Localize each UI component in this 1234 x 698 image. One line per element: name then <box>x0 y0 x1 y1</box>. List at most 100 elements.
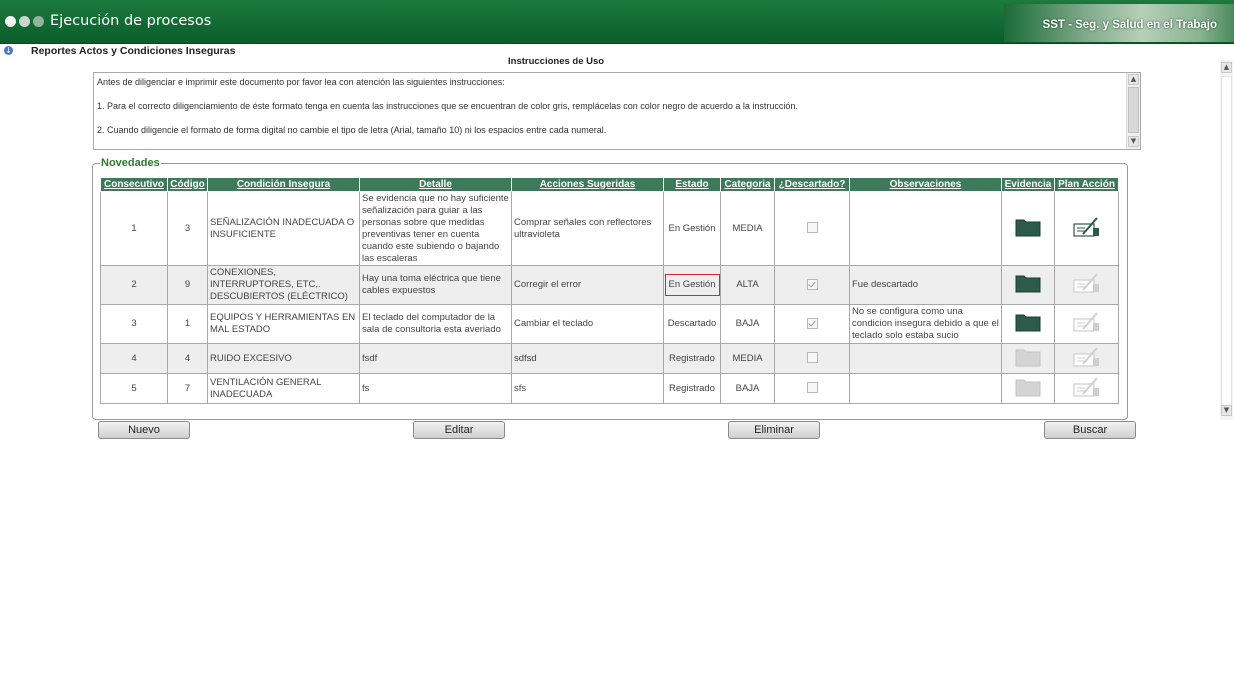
folder-icon[interactable] <box>1015 273 1041 297</box>
cell-estado: Descartado <box>663 304 721 344</box>
header-bar: Ejecución de procesos SST - Seg. y Salud… <box>0 0 1234 44</box>
estado-value: En Gestión <box>664 274 720 296</box>
eliminar-button[interactable]: Eliminar <box>728 421 820 439</box>
estado-value: En Gestión <box>668 222 716 234</box>
cell-consecutivo: 1 <box>100 191 168 266</box>
cell-estado: En Gestión <box>663 265 721 305</box>
col-header-codigo[interactable]: Código <box>167 177 208 192</box>
cell-observaciones <box>849 373 1002 404</box>
page-scrollbar[interactable]: ▲ ▼ <box>1220 60 1233 420</box>
table-row[interactable]: 2 9 CONEXIONES, INTERRUPTORES, ETC,. DESCU… <box>100 265 1119 305</box>
descartado-checkbox <box>806 222 818 234</box>
col-header-acciones[interactable]: Acciones Sugeridas <box>511 177 664 192</box>
cell-observaciones: Fue descartado <box>849 265 1002 305</box>
brand-text: SST - Seg. y Salud en el Trabajo <box>1042 19 1217 31</box>
cell-consecutivo: 3 <box>100 304 168 344</box>
cell-consecutivo: 4 <box>100 343 168 374</box>
cell-categoria: BAJA <box>720 373 775 404</box>
buscar-button[interactable]: Buscar <box>1044 421 1136 439</box>
edit-plan-icon <box>1072 311 1101 337</box>
cell-condicion: RUIDO EXCESIVO <box>207 343 360 374</box>
cell-plan-accion <box>1054 373 1119 404</box>
dot-icon <box>19 16 30 27</box>
cell-descartado <box>774 373 850 404</box>
cell-plan-accion <box>1054 265 1119 305</box>
instruction-line: 1. Para el correcto diligenciamiento de … <box>97 101 798 111</box>
table-row[interactable]: 3 1 EQUIPOS Y HERRAMIENTAS EN MAL ESTADO El… <box>100 304 1119 344</box>
cell-condicion: EQUIPOS Y HERRAMIENTAS EN MAL ESTADO <box>207 304 360 344</box>
cell-estado: En Gestión <box>663 191 721 266</box>
editar-button[interactable]: Editar <box>413 421 505 439</box>
table-header-row: Consecutivo Código Condición Insegura De… <box>100 177 1119 192</box>
cell-codigo: 3 <box>167 191 208 266</box>
cell-acciones: sfs <box>511 373 664 404</box>
window-dots <box>5 16 44 27</box>
nuevo-button[interactable]: Nuevo <box>98 421 190 439</box>
scroll-up-icon[interactable]: ▲ <box>1221 62 1232 73</box>
folder-icon <box>1015 377 1041 401</box>
descartado-checkbox <box>806 352 818 364</box>
col-header-condicion[interactable]: Condición Insegura <box>207 177 360 192</box>
cell-evidencia <box>1001 343 1055 374</box>
cell-codigo: 1 <box>167 304 208 344</box>
cell-codigo: 4 <box>167 343 208 374</box>
estado-value: Registrado <box>669 382 715 394</box>
scroll-thumb[interactable] <box>1128 87 1139 133</box>
scroll-thumb[interactable] <box>1221 76 1232 406</box>
edit-plan-icon[interactable] <box>1072 216 1101 242</box>
instructions-textarea[interactable]: Antes de diligenciar e imprimir este doc… <box>93 72 1141 150</box>
cell-evidencia <box>1001 265 1055 305</box>
estado-value: Registrado <box>669 352 715 364</box>
cell-codigo: 7 <box>167 373 208 404</box>
instruction-line: 2. Cuando diligencie el formato de forma… <box>97 125 607 135</box>
cell-estado: Registrado <box>663 343 721 374</box>
cell-evidencia <box>1001 191 1055 266</box>
scroll-up-icon[interactable]: ▲ <box>1128 74 1139 85</box>
descartado-checkbox <box>806 317 818 329</box>
cell-evidencia <box>1001 373 1055 404</box>
cell-condicion: SEÑALIZACIÓN INADECUADA O INSUFICIENTE <box>207 191 360 266</box>
dot-icon <box>33 16 44 27</box>
cell-estado: Registrado <box>663 373 721 404</box>
cell-observaciones <box>849 343 1002 374</box>
app-title: Ejecución de procesos <box>50 13 212 29</box>
cell-acciones: Corregir el error <box>511 265 664 305</box>
cell-descartado <box>774 265 850 305</box>
scroll-down-icon[interactable]: ▼ <box>1128 136 1139 147</box>
cell-consecutivo: 2 <box>100 265 168 305</box>
col-header-detalle[interactable]: Detalle <box>359 177 512 192</box>
folder-icon <box>1015 347 1041 371</box>
cell-acciones: Comprar señales con reflectores ultravio… <box>511 191 664 266</box>
col-header-plan-accion: Plan Acción <box>1054 177 1119 192</box>
folder-icon[interactable] <box>1015 217 1041 241</box>
cell-plan-accion <box>1054 191 1119 266</box>
instructions-scrollbar[interactable]: ▲ ▼ <box>1126 73 1140 149</box>
col-header-categoria[interactable]: Categoria <box>720 177 775 192</box>
col-header-descartado[interactable]: ¿Descartado? <box>774 177 850 192</box>
descartado-checkbox <box>806 382 818 394</box>
folder-icon[interactable] <box>1015 312 1041 336</box>
scroll-down-icon[interactable]: ▼ <box>1221 405 1232 416</box>
brand-banner: SST - Seg. y Salud en el Trabajo <box>1004 4 1234 42</box>
col-header-consecutivo[interactable]: Consecutivo <box>100 177 168 192</box>
col-header-estado[interactable]: Estado <box>663 177 721 192</box>
cell-acciones: sdfsd <box>511 343 664 374</box>
cell-categoria: BAJA <box>720 304 775 344</box>
cell-detalle: fsdf <box>359 343 512 374</box>
cell-acciones: Cambiar el teclado <box>511 304 664 344</box>
cell-evidencia <box>1001 304 1055 344</box>
novedades-legend: Novedades <box>100 157 161 169</box>
instructions-title: Instrucciones de Uso <box>508 57 605 64</box>
info-icon[interactable]: ↓ <box>4 46 13 55</box>
edit-plan-icon <box>1072 346 1101 372</box>
cell-codigo: 9 <box>167 265 208 305</box>
table-row[interactable]: 5 7 VENTILACIÓN GENERAL INADECUADA fs sfs Reg… <box>100 373 1119 404</box>
cell-categoria: ALTA <box>720 265 775 305</box>
novedades-table: Consecutivo Código Condición Insegura De… <box>100 177 1119 404</box>
dot-icon <box>5 16 16 27</box>
edit-plan-icon <box>1072 272 1101 298</box>
table-row[interactable]: 1 3 SEÑALIZACIÓN INADECUADA O INSUFICIENTE… <box>100 191 1119 266</box>
table-row[interactable]: 4 4 RUIDO EXCESIVO fsdf sdfsd Registrado MEDIA <box>100 343 1119 374</box>
col-header-observaciones[interactable]: Observaciones <box>849 177 1002 192</box>
cell-observaciones <box>849 191 1002 266</box>
